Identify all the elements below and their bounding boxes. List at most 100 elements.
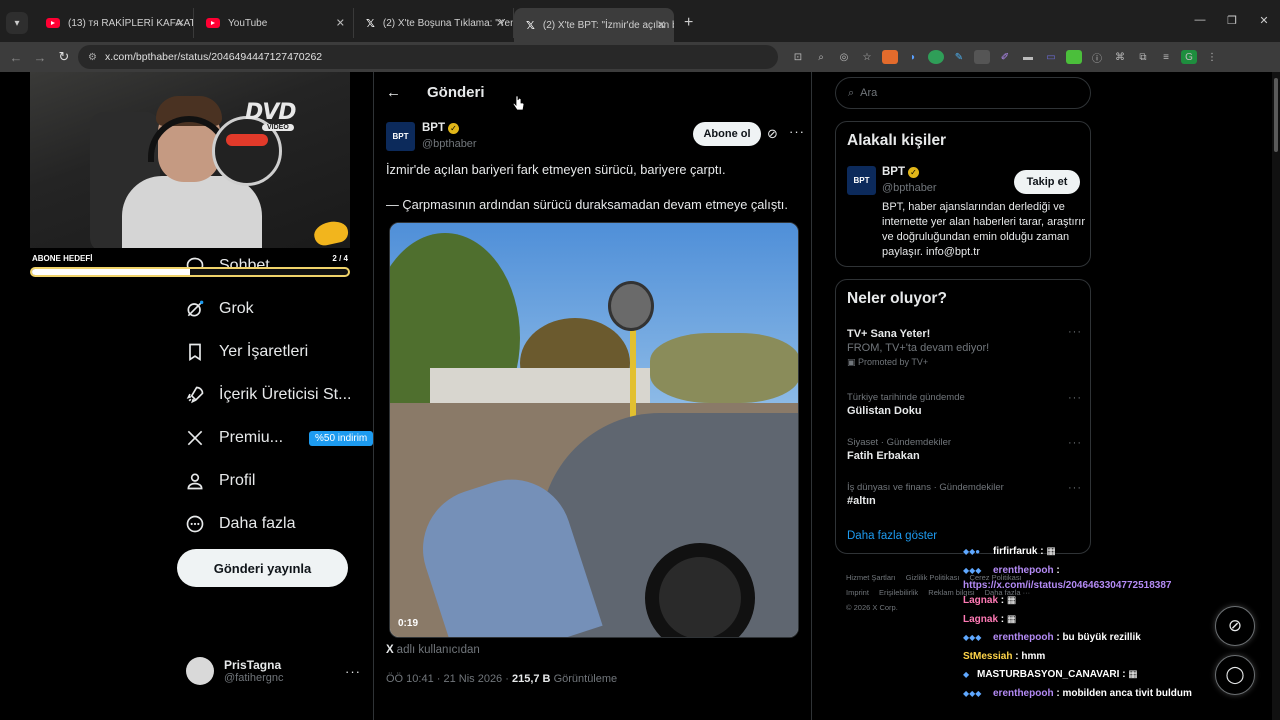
more-dots-icon[interactable]: ··· xyxy=(1068,392,1082,404)
back-icon[interactable]: ← xyxy=(4,50,28,65)
post-text-line: İzmir'de açılan bariyeri fark etmeyen sü… xyxy=(386,162,726,177)
trend-item[interactable]: İş dünyası ve finans · Gündemdekiler #al… xyxy=(847,482,1082,507)
extension-icon[interactable]: ◗ xyxy=(905,50,921,64)
back-arrow-icon[interactable]: ← xyxy=(386,84,401,101)
maximize-icon[interactable]: ❐ xyxy=(1216,14,1248,27)
related-avatar[interactable]: BPT xyxy=(847,166,876,195)
profile-avatar[interactable]: G xyxy=(1181,50,1197,64)
extension-icon[interactable] xyxy=(1066,50,1082,64)
nav-item-more[interactable]: Daha fazla xyxy=(185,514,296,534)
youtube-icon xyxy=(46,18,60,28)
post-button[interactable]: Gönderi yayınla xyxy=(177,549,348,587)
footer-link[interactable]: Imprint xyxy=(846,588,869,597)
chat-username: firfirfaruk xyxy=(993,546,1038,557)
author-handle[interactable]: @bpthaber xyxy=(422,138,477,150)
browser-tab-active[interactable]: 𝕏 (2) X'te BPT: "İzmir'de açılan ba ✕ xyxy=(514,8,674,42)
more-dots-icon[interactable]: ··· xyxy=(789,124,805,139)
grok-fab-icon[interactable]: ⊘ xyxy=(1215,606,1255,646)
trend-item[interactable]: Siyaset · Gündemdekiler Fatih Erbakan ··… xyxy=(847,437,1082,462)
browser-tab[interactable]: (13) тя RAKİPLERİ KAFA ATTI, TO ✕ xyxy=(34,8,194,38)
author-name: BPT xyxy=(422,122,445,134)
chat-message: ◆◆◆ erenthepooh : mobilden anca tivit bul… xyxy=(963,685,1223,704)
show-more-link[interactable]: Daha fazla göster xyxy=(847,530,937,542)
grok-explain-icon[interactable]: ⊘ xyxy=(767,126,778,142)
nav-item-grok[interactable]: Grok xyxy=(185,299,254,319)
footer-link[interactable]: Hizmet Şartları xyxy=(846,573,896,582)
close-tab-icon[interactable]: ✕ xyxy=(336,17,345,30)
browser-tab[interactable]: 𝕏 (2) X'te Boşuna Tıklama: "Yeni d ✕ xyxy=(354,8,514,38)
extension-icon[interactable]: ✎ xyxy=(951,50,967,64)
more-dots-icon[interactable]: ··· xyxy=(1068,326,1082,338)
author-avatar[interactable]: BPT xyxy=(386,122,415,151)
extension-icon[interactable]: ⌘ xyxy=(1112,50,1128,64)
more-dots-icon[interactable]: ··· xyxy=(1068,482,1082,494)
extension-icon[interactable] xyxy=(928,50,944,64)
nav-item-premium[interactable]: Premiu... %50 indirim xyxy=(185,428,374,448)
close-tab-icon[interactable]: ✕ xyxy=(176,17,185,30)
reading-list-icon[interactable]: ≡ xyxy=(1158,50,1174,64)
account-switcher[interactable]: PrisTagna @fatihergnc ··· xyxy=(186,657,361,685)
extension-icon[interactable]: ✐ xyxy=(997,50,1013,64)
verified-badge-icon: ✓ xyxy=(908,166,919,178)
more-dots-icon[interactable]: ··· xyxy=(345,664,361,679)
nav-item-profile[interactable]: Profil xyxy=(185,471,255,491)
account-name: PrisTagna xyxy=(224,658,282,672)
video-source[interactable]: Xadlı kullanıcıdan xyxy=(386,644,480,656)
goal-progress-bar xyxy=(30,267,350,277)
zoom-icon[interactable]: ⌕ xyxy=(813,50,829,64)
extension-icon[interactable]: ▭ xyxy=(1043,50,1059,64)
extension-icon[interactable] xyxy=(974,50,990,64)
tab-search-button[interactable]: ▾ xyxy=(6,12,28,34)
chat-username: Lagnak xyxy=(963,613,999,625)
trend-item[interactable]: TV+ Sana Yeter! FROM, TV+'ta devam ediyo… xyxy=(847,326,1082,368)
more-dots-icon[interactable]: ··· xyxy=(1068,437,1082,449)
forward-icon[interactable]: → xyxy=(28,50,52,65)
scrollbar-thumb[interactable] xyxy=(1274,78,1278,152)
chat-message: https://x.com/i/status/20464633047725183… xyxy=(963,580,1223,592)
footer-link[interactable]: Gizlilik Politikası xyxy=(906,573,960,582)
extension-icon[interactable]: ▬ xyxy=(1020,50,1036,64)
close-window-icon[interactable]: ✕ xyxy=(1248,14,1280,27)
footer-link[interactable]: Erişilebilirlik xyxy=(879,588,918,597)
related-name-row[interactable]: BPT ✓ xyxy=(882,166,919,178)
trend-item[interactable]: Türkiye tarihinde gündemde Gülistan Doku… xyxy=(847,392,1082,417)
related-handle[interactable]: @bpthaber xyxy=(882,182,937,194)
chat-username: erenthepooh xyxy=(993,632,1054,643)
extension-icon[interactable]: ⓘ xyxy=(1089,50,1105,65)
post-timestamp[interactable]: ÖÖ 10:41 · 21 Nis 2026 · xyxy=(386,673,509,685)
verified-badge-icon: ✓ xyxy=(448,122,459,134)
tab-title: (2) X'te BPT: "İzmir'de açılan ba xyxy=(542,19,674,31)
views-label: Görüntüleme xyxy=(553,673,618,685)
page-scrollbar[interactable] xyxy=(1272,72,1280,720)
browser-tab[interactable]: YouTube ✕ xyxy=(194,8,354,38)
nav-item-bookmarks[interactable]: Yer İşaretleri xyxy=(185,342,308,362)
follow-button[interactable]: Abone ol xyxy=(693,122,761,146)
messages-fab-icon[interactable]: ◯ xyxy=(1215,655,1255,695)
chat-badges-icon: ◆◆◆ xyxy=(963,565,982,575)
dvd-logo-sub: VIDEO xyxy=(262,124,294,131)
source-text: adlı kullanıcıdan xyxy=(396,644,480,656)
minimize-icon[interactable]: — xyxy=(1184,14,1216,26)
new-tab-button[interactable]: + xyxy=(684,14,693,32)
search-input[interactable]: ⌕ Ara xyxy=(835,77,1091,109)
close-tab-icon[interactable]: ✕ xyxy=(496,17,505,30)
site-info-icon[interactable]: ⚙ xyxy=(88,52,97,63)
extensions-puzzle-icon[interactable]: ⧉ xyxy=(1135,50,1151,64)
discount-badge: %50 indirim xyxy=(309,430,374,446)
browser-menu-icon[interactable]: ⋮ xyxy=(1204,50,1220,64)
address-bar[interactable]: ⚙ x.com/bpthaber/status/2046494447127470… xyxy=(78,45,778,69)
extension-icon[interactable] xyxy=(882,50,898,64)
author-name-row[interactable]: BPT ✓ xyxy=(422,122,459,134)
reload-icon[interactable]: ↻ xyxy=(52,49,76,65)
close-tab-icon[interactable]: ✕ xyxy=(657,19,666,32)
page-title: Gönderi xyxy=(427,84,485,101)
follow-button[interactable]: Takip et xyxy=(1014,170,1080,194)
bookmark-star-icon[interactable]: ☆ xyxy=(859,50,875,64)
eye-off-icon[interactable]: ◎ xyxy=(836,50,852,64)
related-bio: BPT, haber ajanslarından derlediği ve in… xyxy=(882,201,1085,258)
post-video[interactable]: 0:19 xyxy=(389,222,799,638)
x-logo-icon xyxy=(187,430,203,446)
install-app-icon[interactable]: ⊡ xyxy=(790,50,806,64)
chat-link[interactable]: https://x.com/i/status/20464633047725183… xyxy=(963,580,1171,591)
nav-item-creator-studio[interactable]: İçerik Üreticisi St... xyxy=(185,385,351,405)
